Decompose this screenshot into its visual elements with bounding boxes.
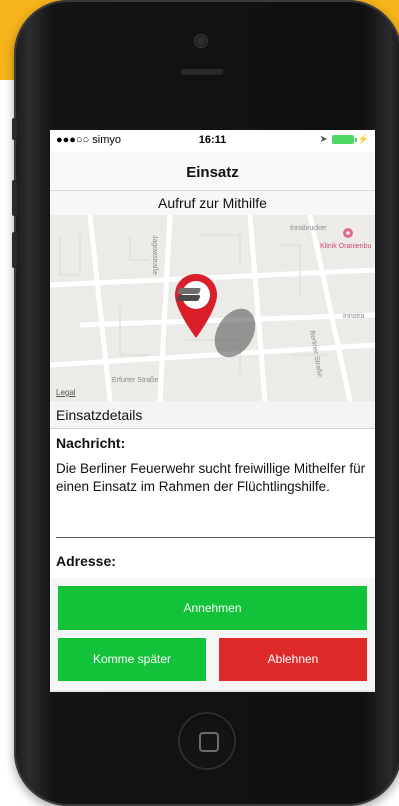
map-label-street-1: Jagowstraße [151,235,158,276]
battery-icon [331,135,357,144]
come-later-button[interactable]: Komme später [58,638,206,681]
map-view[interactable]: Jagowstraße Innsbrucker Klinik Oranienbu… [50,215,375,401]
status-icons: ➤ ⚡ [319,134,369,145]
map-pin-icon[interactable] [172,272,220,340]
section-header: Aufruf zur Mithilfe [50,191,375,215]
charging-icon: ⚡ [357,134,369,144]
earpiece-speaker [180,67,224,75]
map-label-street-6: Innstra [343,313,365,320]
location-arrow-icon: ➤ [319,134,328,145]
message-text: Die Berliner Feuerwehr sucht freiwillige… [56,461,366,494]
address-label: Adresse: [56,553,116,569]
status-bar: ●●●○○ simyo 16:11 ➤ ⚡ [50,130,375,152]
map-label-street-2: Innsbrucker [290,225,327,232]
accept-button[interactable]: Annehmen [58,586,367,630]
volume-down-button [12,232,17,268]
home-square-icon [199,732,219,752]
message-label: Nachricht: [56,435,126,451]
map-legal-link[interactable]: Legal [56,388,76,397]
volume-up-button [12,180,17,216]
decline-button[interactable]: Ablehnen [219,638,367,681]
front-camera [195,35,207,47]
phone-screen: ●●●○○ simyo 16:11 ➤ ⚡ Einsatz Aufruf zur… [50,130,375,692]
details-header: Einsatzdetails [50,401,375,429]
nav-title: Einsatz [186,164,239,181]
divider [56,537,375,538]
bottom-divider [50,690,375,692]
map-label-street-5: Erfurter Straße [112,377,159,384]
map-label-street-3: Klinik Oranienbu [320,243,372,250]
mute-switch [12,118,17,140]
navigation-bar: Einsatz [50,152,375,191]
